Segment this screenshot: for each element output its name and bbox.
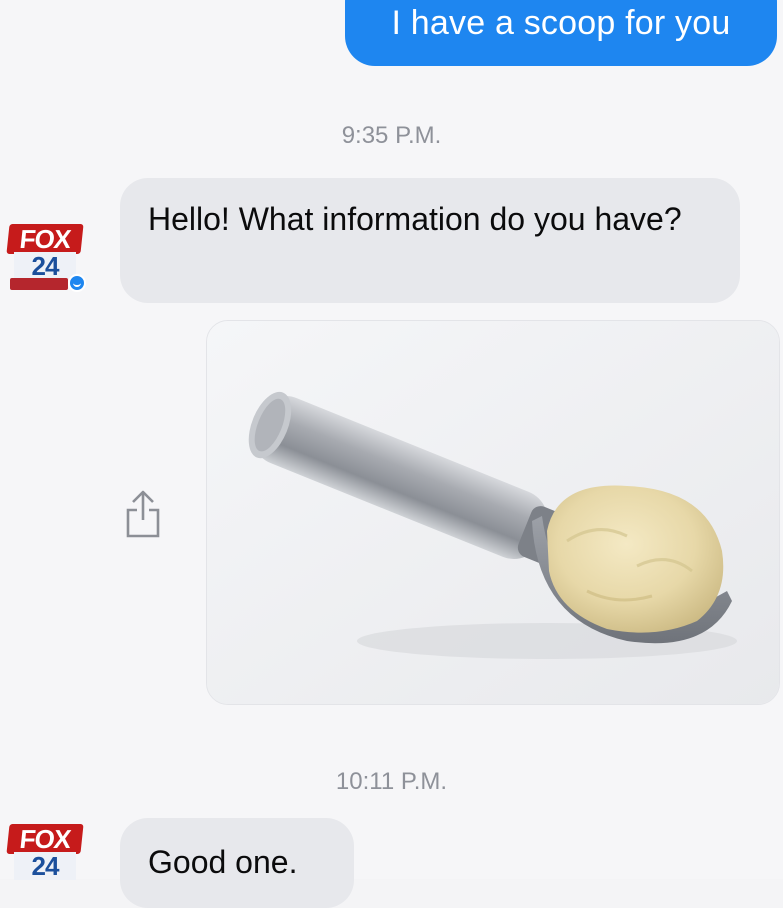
messenger-badge-icon — [68, 274, 86, 292]
channel-number: 24 — [14, 852, 76, 880]
received-message-bubble[interactable]: Good one. — [120, 818, 354, 908]
channel-number: 24 — [14, 252, 76, 280]
timestamp: 10:11 P.M. — [335, 768, 448, 795]
fox24-avatar[interactable]: FOX 24 — [6, 822, 84, 898]
image-attachment[interactable] — [206, 320, 780, 705]
message-thread: I have a scoop for you 9:35 P.M. FOX 24 … — [0, 0, 783, 908]
ice-cream-scoop-photo — [207, 321, 779, 704]
share-icon[interactable] — [124, 486, 162, 540]
fox-logo-text: FOX — [6, 824, 84, 854]
sent-message-bubble[interactable]: I have a scoop for you — [345, 0, 777, 66]
fox-logo-text: FOX — [6, 224, 84, 254]
sent-message-text: I have a scoop for you — [391, 4, 731, 42]
fox24-avatar[interactable]: FOX 24 — [6, 222, 86, 298]
timestamp: 9:35 P.M. — [341, 122, 442, 149]
logo-bar — [10, 278, 68, 290]
received-message-text: Hello! What information do you have? — [148, 201, 682, 237]
received-message-bubble[interactable]: Hello! What information do you have? — [120, 178, 740, 303]
received-message-text: Good one. — [148, 844, 298, 880]
